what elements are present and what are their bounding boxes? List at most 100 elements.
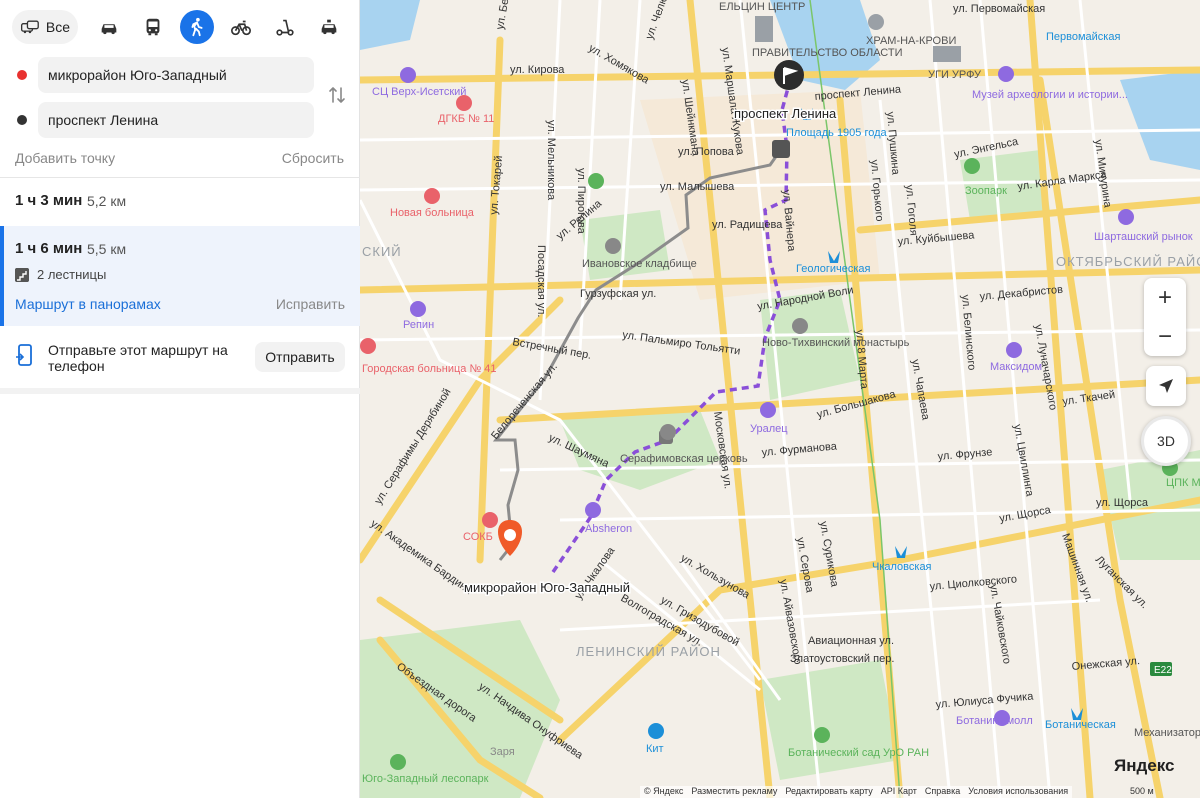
to-input[interactable]: проспект Ленина [38,102,314,138]
street-label: ул. Мельникова [545,120,557,201]
street-label: ул. Радищева [712,219,783,231]
poi-icon [410,301,426,317]
poi-label: Серафимовская церковь [620,453,748,465]
mode-scooter-button[interactable] [268,10,302,44]
zoom-out-button[interactable]: − [1144,317,1186,356]
footer-link[interactable]: Разместить рекламу [691,786,777,798]
location-arrow-icon [1159,379,1173,393]
hospital-poi-icon [424,188,440,204]
route-option-2[interactable]: 1 ч 6 мин 5,5 км 2 лестницы Маршрут в па… [0,226,360,326]
reset-link[interactable]: Сбросить [282,150,344,166]
phone-icon [16,344,32,366]
from-input[interactable]: микрорайон Юго-Западный [38,57,314,93]
water-area [1120,70,1200,170]
walk-icon [191,17,203,37]
start-pin-center [504,529,516,541]
building-icon [755,16,773,42]
map-footer: © Яндекс Разместить рекламу Редактироват… [640,786,1073,798]
poi-label: Репин [403,319,434,331]
street-label: ул. Щорса [1096,497,1149,509]
poi-label: ПРАВИТЕЛЬСТВО ОБЛАСТИ [752,47,903,59]
transport-modes: Все [12,10,352,46]
route-option-1[interactable]: 1 ч 3 мин 5,2 км [0,178,360,226]
swap-icon[interactable] [326,84,348,106]
park-poi-icon [390,754,406,770]
mode-taxi-button[interactable] [312,10,346,44]
send-button[interactable]: Отправить [255,342,345,372]
poi-label: Заря [490,746,515,758]
poi-label: Механизатор [1134,727,1200,739]
church-poi-icon [868,14,884,30]
footer-link[interactable]: API Карт [881,786,917,798]
road-badge-label: E22 [1154,665,1172,676]
zoom-controls: + − [1144,278,1186,356]
street-label: ул. Фурманова [761,440,838,459]
taxi-icon [321,19,337,35]
poi-label: Музей археологии и истории... [972,89,1128,101]
yandex-logo: Яндекс [1114,756,1175,775]
start-point-dot [17,70,27,80]
3d-button[interactable]: 3D [1141,416,1191,466]
add-point-link[interactable]: Добавить точку [15,150,115,166]
mode-walk-button[interactable] [180,10,214,44]
street-label: ул. Циолковского [929,573,1017,593]
poi-label: Городская больница № 41 [362,363,497,375]
footer-link[interactable]: Условия использования [968,786,1068,798]
mode-all-label: Все [45,19,70,35]
mode-bicycle-button[interactable] [224,10,258,44]
street-label: Белореченская ул. [489,361,560,442]
poi-label: Ботаника молл [956,715,1033,727]
street-label: ул. Кирова [510,64,565,76]
mode-bus-button[interactable] [136,10,170,44]
bicycle-icon [231,20,251,36]
poi-label: Зоопарк [965,185,1007,197]
zoom-in-button[interactable]: + [1144,278,1186,317]
mode-car-button[interactable] [92,10,126,44]
street-label: Авиационная ул. [808,635,894,647]
street-label: ул. Попова [678,146,735,158]
poi-label: Уралец [750,423,788,435]
stairs-icon [15,268,29,282]
street-label: ул. Фрунзе [937,446,993,463]
poi-label: ЕЛЬЦИН ЦЕНТР [719,1,805,13]
hospital-poi-icon [360,338,376,354]
footer-link[interactable]: Справка [925,786,960,798]
church-poi-icon [792,318,808,334]
locate-button[interactable] [1146,366,1186,406]
hospital-poi-icon [482,512,498,528]
district-label: ОКТЯБРЬСКИЙ РАЙОН [1056,254,1200,269]
street-label: ул. Чайковского [987,583,1013,664]
park-poi-icon [814,727,830,743]
poi-label: ЦПК Маяковского [1166,477,1200,489]
market-poi-icon [1118,209,1134,225]
street-label: ул. Токарей [488,155,505,215]
cemetery-poi-icon [605,238,621,254]
panorama-route-link[interactable]: Маршрут в панорамах [15,296,161,312]
poi-label: УГИ УРФУ [928,69,982,81]
park-area [760,660,900,780]
map-base: E22 ул. Хомякова ул. Челюскинцев ул. Беб… [360,0,1200,798]
fix-route-link[interactable]: Исправить [276,296,345,312]
poi-label: Юго-Западный лесопарк [362,773,489,785]
mode-all-button[interactable]: Все [12,10,78,44]
car-icon [101,24,117,35]
route-distance: 5,2 км [87,193,127,209]
street-label: ул. Малышева [660,181,735,193]
scooter-icon [276,19,294,36]
footer-link[interactable]: Редактировать карту [785,786,872,798]
poi-icon [588,173,604,189]
street-label: Златоустовский пер. [790,653,894,665]
road [1078,0,1132,501]
museum-poi-icon [998,66,1014,82]
map-canvas[interactable]: E22 ул. Хомякова ул. Челюскинцев ул. Беб… [360,0,1200,798]
poi-icon [760,402,776,418]
send-to-phone-text: Отправьте этот маршрут на телефон [48,342,228,374]
route-time: 1 ч 3 мин [15,192,83,209]
poi-label: Максидом [990,361,1042,373]
bus-icon [146,18,160,36]
street-label: ул. Бебеля [494,0,515,31]
send-to-phone-row: Отправьте этот маршрут на телефон Отправ… [0,326,360,388]
panel-separator [0,388,360,394]
poi-label: Ботаническая [1045,719,1116,731]
street-label: ул. Первомайская [953,3,1045,15]
